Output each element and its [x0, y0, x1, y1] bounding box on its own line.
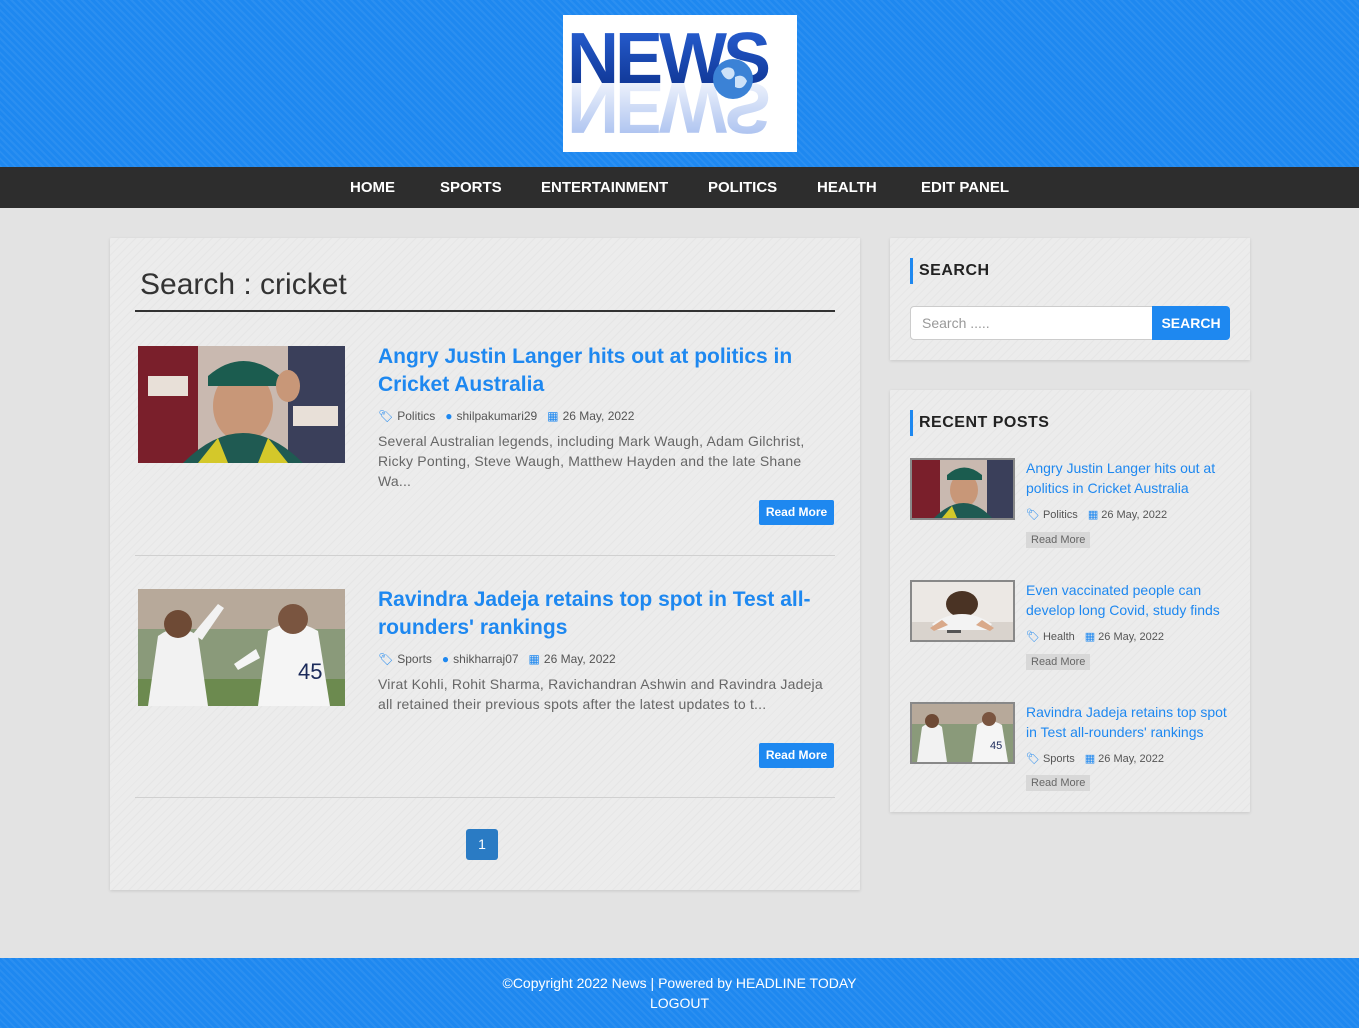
post-title-link[interactable]: Angry Justin Langer hits out at politics…	[378, 343, 818, 399]
read-more-button[interactable]: Read More	[759, 743, 834, 768]
recent-post-read-more[interactable]: Read More	[1026, 654, 1091, 670]
tag-icon: 🏷︎	[1026, 509, 1040, 521]
main-nav: HOME SPORTS ENTERTAINMENT POLITICS HEALT…	[0, 167, 1359, 208]
recent-post-thumbnail[interactable]: 45	[910, 702, 1015, 764]
read-more-button[interactable]: Read More	[759, 500, 834, 525]
calendar-icon: ▦	[1087, 509, 1099, 521]
user-icon: ●	[445, 409, 453, 423]
tag-icon: 🏷︎	[1026, 631, 1040, 643]
post-thumbnail-image[interactable]: 45	[138, 589, 345, 706]
footer-copyright: ©Copyright 2022 News | Powered by HEADLI…	[502, 975, 857, 991]
post-divider	[135, 797, 835, 798]
site-logo[interactable]: NEWS NEWS	[563, 15, 797, 152]
post-meta: 🏷︎ Sports ● shikharraj07 ▦ 26 May, 2022	[378, 652, 622, 666]
search-widget-title: SEARCH	[910, 258, 990, 284]
post-author[interactable]: shikharraj07	[453, 652, 518, 666]
search-input[interactable]	[910, 306, 1153, 340]
site-header: NEWS NEWS	[0, 0, 1359, 167]
recent-post-meta: 🏷︎ Politics ▦ 26 May, 2022	[1026, 508, 1173, 522]
post-author[interactable]: shilpakumari29	[457, 409, 538, 423]
svg-text:45: 45	[298, 659, 322, 684]
recent-post-thumbnail[interactable]	[910, 458, 1015, 520]
post-title-link[interactable]: Ravindra Jadeja retains top spot in Test…	[378, 586, 818, 642]
tag-icon: 🏷︎	[378, 652, 394, 666]
recent-post-item: 45 Ravindra Jadeja retains top spot in T…	[910, 702, 1240, 812]
page-title: Search : cricket	[140, 268, 347, 301]
recent-post-category[interactable]: Sports	[1043, 753, 1075, 765]
recent-post-date: 26 May, 2022	[1101, 508, 1168, 521]
nav-item-edit-panel[interactable]: EDIT PANEL	[921, 167, 1009, 208]
recent-post-date: 26 May, 2022	[1098, 752, 1165, 765]
calendar-icon: ▦	[528, 652, 540, 666]
calendar-icon: ▦	[1084, 753, 1096, 765]
recent-post-item: Angry Justin Langer hits out at politics…	[910, 458, 1240, 568]
post-date: 26 May, 2022	[543, 652, 616, 666]
post-excerpt: Several Australian legends, including Ma…	[378, 433, 805, 489]
recent-post-title-link[interactable]: Ravindra Jadeja retains top spot in Test…	[1026, 702, 1236, 742]
nav-item-home[interactable]: HOME	[350, 167, 395, 208]
recent-posts-widget: RECENT POSTS Angry Justin Langer hits ou…	[890, 390, 1250, 812]
recent-post-date: 26 May, 2022	[1098, 630, 1165, 643]
title-divider	[135, 310, 835, 312]
recent-post-read-more[interactable]: Read More	[1026, 775, 1091, 791]
nav-item-politics[interactable]: POLITICS	[708, 167, 777, 208]
calendar-icon: ▦	[547, 409, 559, 423]
post-meta: 🏷︎ Politics ● shilpakumari29 ▦ 26 May, 2022	[378, 409, 640, 423]
nav-item-entertainment[interactable]: ENTERTAINMENT	[541, 167, 668, 208]
post-divider	[135, 555, 835, 556]
post-thumbnail-image[interactable]	[138, 346, 345, 463]
recent-post-category[interactable]: Health	[1043, 631, 1075, 643]
recent-post-meta: 🏷︎ Sports ▦ 26 May, 2022	[1026, 752, 1170, 766]
logout-link[interactable]: LOGOUT	[0, 995, 1359, 1011]
svg-text:45: 45	[990, 740, 1002, 752]
post-date: 26 May, 2022	[562, 409, 635, 423]
recent-post-title-link[interactable]: Even vaccinated people can develop long …	[1026, 580, 1236, 620]
search-results-panel: Search : cricket Angry Justin Langer hit…	[110, 238, 860, 890]
nav-item-health[interactable]: HEALTH	[817, 167, 877, 208]
tag-icon: 🏷︎	[378, 409, 394, 423]
tag-icon: 🏷︎	[1026, 753, 1040, 765]
recent-post-item: Even vaccinated people can develop long …	[910, 580, 1240, 690]
recent-post-thumbnail[interactable]	[910, 580, 1015, 642]
user-icon: ●	[441, 652, 450, 666]
recent-post-meta: 🏷︎ Health ▦ 26 May, 2022	[1026, 630, 1170, 644]
calendar-icon: ▦	[1084, 631, 1096, 643]
post-category[interactable]: Politics	[397, 409, 435, 423]
post-excerpt: Virat Kohli, Rohit Sharma, Ravichandran …	[378, 676, 823, 712]
nav-item-sports[interactable]: SPORTS	[440, 167, 502, 208]
recent-posts-title: RECENT POSTS	[910, 410, 1049, 436]
pagination-page-1[interactable]: 1	[466, 829, 498, 860]
site-footer: ©Copyright 2022 News | Powered by HEADLI…	[0, 958, 1359, 1028]
search-button[interactable]: SEARCH	[1152, 306, 1230, 340]
recent-post-title-link[interactable]: Angry Justin Langer hits out at politics…	[1026, 458, 1236, 498]
recent-post-read-more[interactable]: Read More	[1026, 532, 1091, 548]
search-widget: SEARCH SEARCH	[890, 238, 1250, 360]
post-category[interactable]: Sports	[397, 652, 432, 666]
recent-post-category[interactable]: Politics	[1043, 509, 1078, 521]
